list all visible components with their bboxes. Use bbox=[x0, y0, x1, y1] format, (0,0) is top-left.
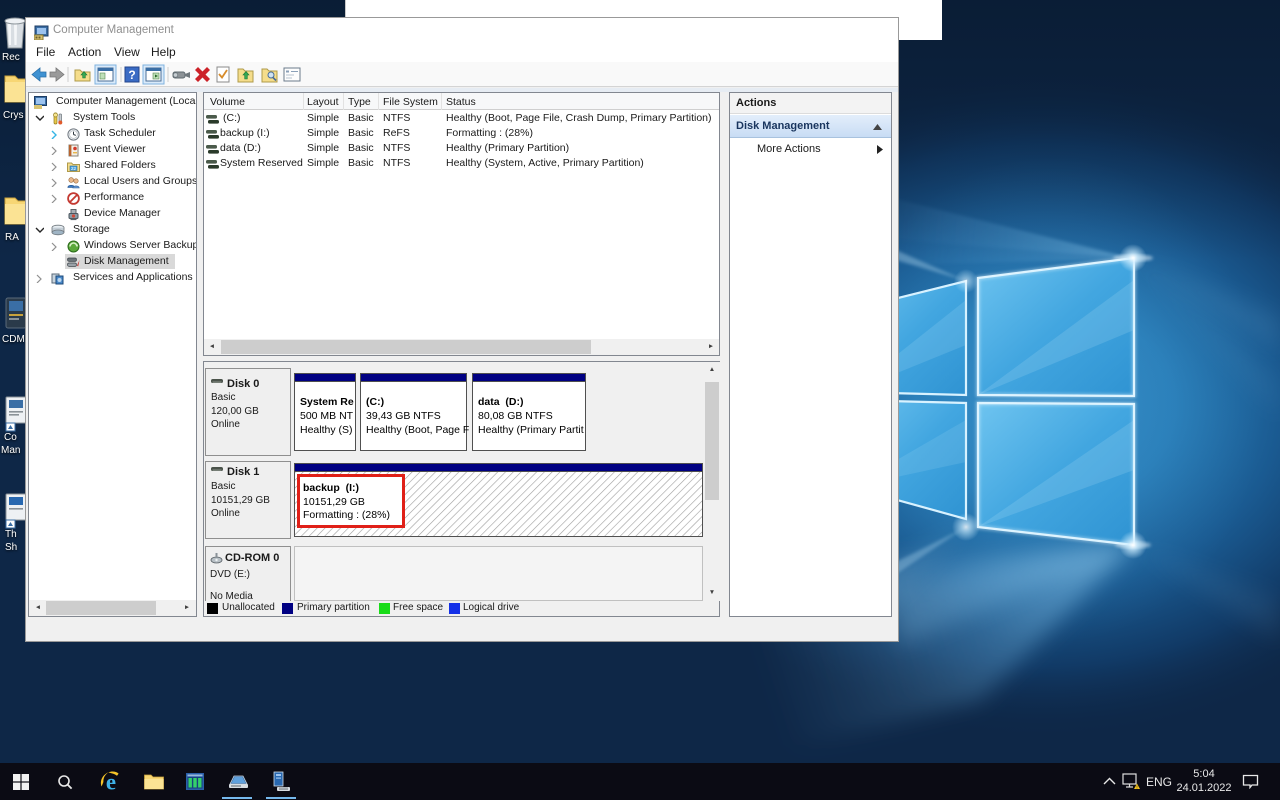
svg-text:!: ! bbox=[1136, 785, 1137, 790]
svg-text:?: ? bbox=[128, 68, 135, 82]
svg-text:22: 22 bbox=[71, 166, 77, 171]
